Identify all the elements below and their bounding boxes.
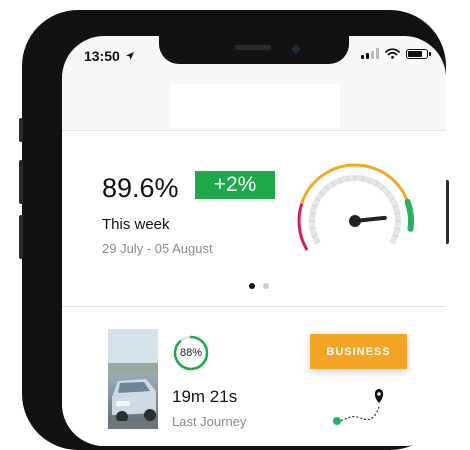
- journey-score-label: 88%: [179, 347, 203, 359]
- journey-label: Last Journey: [172, 414, 247, 429]
- cellular-signal-icon: [361, 48, 379, 59]
- weekly-score-card[interactable]: 89.6% +2% This week 29 July - 05 August: [62, 131, 446, 306]
- battery-icon: [406, 48, 431, 59]
- page-dot[interactable]: [263, 283, 269, 289]
- car-thumbnail: [108, 329, 158, 429]
- side-button-mute: [19, 118, 23, 142]
- notch: [159, 36, 349, 64]
- journey-duration: 19m 21s: [172, 387, 238, 406]
- status-bar-icons: [361, 48, 431, 59]
- date-range: 29 July - 05 August: [102, 241, 213, 256]
- period-label: This week: [102, 216, 170, 233]
- location-arrow-icon: [125, 52, 134, 60]
- speedometer-gauge: [295, 161, 415, 269]
- weekly-score: 89.6%: [102, 173, 179, 203]
- side-button-volume-up: [19, 160, 23, 204]
- wifi-icon: [385, 48, 400, 59]
- journey-score-ring: 88%: [172, 334, 210, 372]
- score-change-badge: +2%: [195, 171, 275, 199]
- business-category-button[interactable]: BUSINESS: [310, 334, 407, 369]
- status-time-text: 13:50: [84, 48, 120, 64]
- last-journey-card[interactable]: 88% 19m 21s Last Journey BUSINESS: [62, 307, 446, 446]
- side-button-volume-down: [19, 215, 23, 259]
- speaker-grille: [235, 45, 271, 50]
- header-bar: [62, 74, 446, 130]
- route-end-pin-icon: [374, 389, 384, 403]
- status-bar-time: 13:50: [84, 48, 135, 64]
- screen: 13:50 89.6% +2% This week 29 July - 05 A…: [62, 36, 446, 446]
- gauge-needle-hub: [349, 215, 361, 227]
- front-camera: [292, 45, 300, 53]
- page-dot[interactable]: [249, 283, 255, 289]
- phone-frame: 13:50 89.6% +2% This week 29 July - 05 A…: [19, 10, 449, 450]
- page-indicator[interactable]: [249, 283, 269, 289]
- header-logo-placeholder: [170, 84, 340, 128]
- route-map-icon: [333, 389, 384, 425]
- gauge-arc-green: [404, 198, 414, 232]
